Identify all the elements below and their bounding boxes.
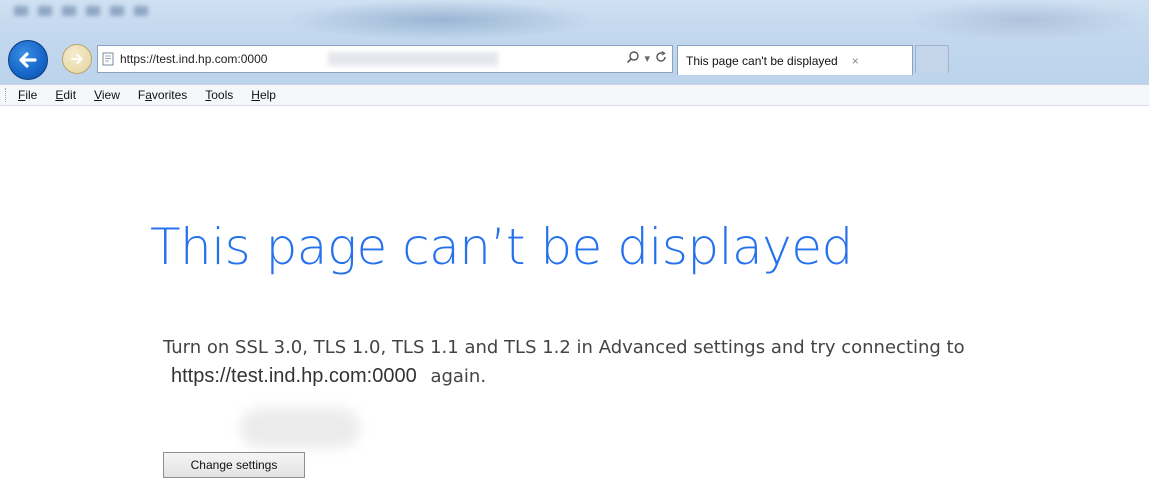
browser-chrome: https://test.ind.hp.com:0000 ▾ This page… [0, 0, 1149, 84]
new-tab-button[interactable] [915, 45, 949, 73]
tab-active[interactable]: This page can't be displayed × [677, 45, 913, 75]
chrome-blur-decoration [280, 0, 600, 40]
menu-item-label: V [94, 88, 102, 102]
error-url: https://test.ind.hp.com:0000 [171, 365, 417, 387]
address-blur-decoration [328, 52, 498, 66]
toolbar-icon [110, 6, 124, 16]
browser-window: https://test.ind.hp.com:0000 ▾ This page… [0, 0, 1149, 481]
menu-item-help[interactable]: Help [251, 88, 276, 102]
tab-title: This page can't be displayed [686, 53, 838, 68]
blur-decoration [240, 408, 360, 448]
menu-item-label: iew [101, 88, 120, 102]
address-url[interactable]: https://test.ind.hp.com:0000 [120, 52, 267, 66]
toolbar-icon [14, 6, 28, 16]
error-message-before: Turn on SSL 3.0, TLS 1.0, TLS 1.1 and TL… [163, 337, 965, 358]
menu-item-tools[interactable]: Tools [205, 88, 233, 102]
chevron-down-icon[interactable]: ▾ [644, 52, 650, 65]
menu-grip [5, 88, 10, 102]
menu-bar: File Edit View Favorites Tools Help [0, 84, 1149, 106]
error-message: Turn on SSL 3.0, TLS 1.0, TLS 1.1 and TL… [163, 334, 1083, 391]
menu-item-file[interactable]: File [18, 88, 37, 102]
toolbar-icon [62, 6, 76, 16]
menu-item-edit[interactable]: Edit [55, 88, 76, 102]
error-message-after: again. [430, 366, 487, 387]
back-arrow-icon [19, 52, 37, 68]
quick-access-toolbar [14, 6, 214, 20]
toolbar-icon [134, 6, 148, 16]
error-title: This page can’t be displayed [150, 218, 853, 276]
chrome-blur-decoration [900, 0, 1149, 40]
menu-item-view[interactable]: View [94, 88, 120, 102]
forward-arrow-icon [71, 54, 83, 64]
menu-item-label: a [145, 88, 152, 102]
refresh-icon[interactable] [654, 50, 668, 67]
change-settings-button[interactable]: Change settings [163, 452, 305, 478]
menu-item-label: vorites [151, 88, 188, 102]
close-icon[interactable]: × [852, 54, 859, 68]
address-tools: ▾ [626, 50, 668, 67]
back-button[interactable] [8, 40, 48, 80]
menu-item-label: H [251, 88, 260, 102]
toolbar-icon [38, 6, 52, 16]
page-icon [100, 51, 116, 67]
address-bar[interactable]: https://test.ind.hp.com:0000 ▾ [97, 45, 673, 73]
menu-item-label: dit [63, 88, 77, 102]
menu-item-label: ools [211, 88, 234, 102]
menu-item-label: ile [25, 88, 38, 102]
menu-item-favorites[interactable]: Favorites [138, 88, 187, 102]
toolbar-icon [86, 6, 100, 16]
search-icon[interactable] [626, 50, 640, 67]
forward-button[interactable] [62, 44, 92, 74]
menu-item-label: elp [259, 88, 276, 102]
